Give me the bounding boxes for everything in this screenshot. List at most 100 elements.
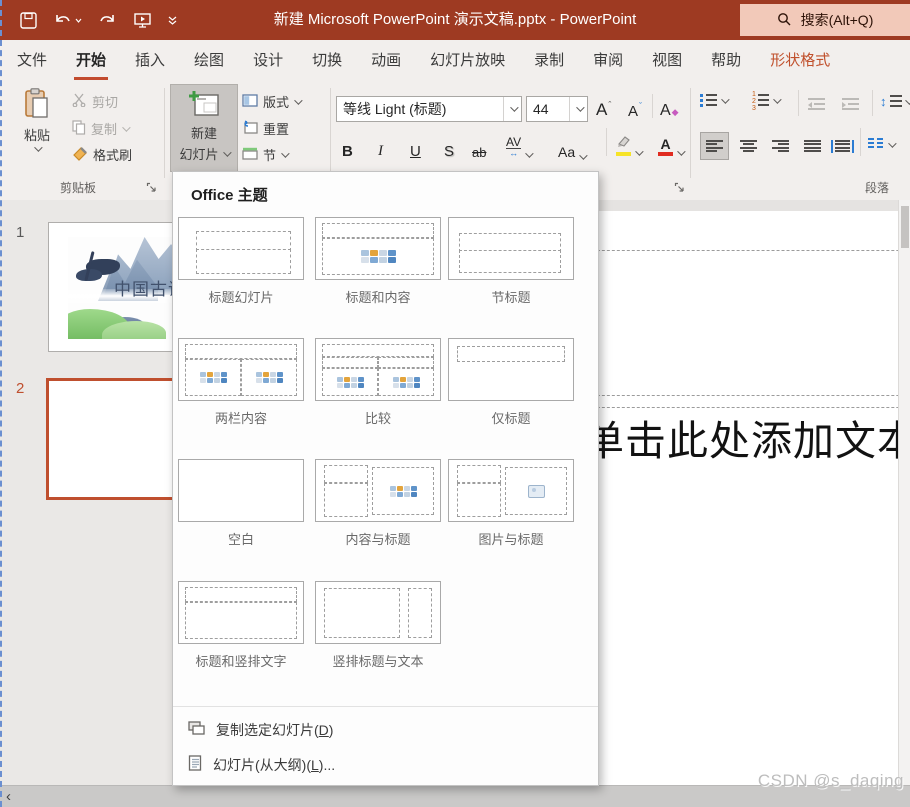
tab-home[interactable]: 开始 [64, 40, 118, 82]
distributed-button[interactable] [828, 132, 857, 160]
shrink-font-button[interactable]: Aˇ [628, 94, 642, 120]
customize-qat-icon[interactable] [168, 16, 177, 25]
tab-file[interactable]: 文件 [5, 40, 59, 82]
layout-content-with-caption[interactable]: 内容与标题 [315, 459, 441, 548]
search-box[interactable]: 搜索(Alt+Q) [740, 4, 910, 36]
line-spacing-button[interactable]: ↕ [880, 94, 910, 109]
tab-shape-format[interactable]: 形状格式 [758, 40, 842, 82]
font-color-dropdown-icon [677, 147, 685, 155]
search-label: 搜索(Alt+Q) [801, 10, 874, 30]
text-shadow-button[interactable]: S [444, 134, 454, 160]
align-center-button[interactable] [734, 132, 763, 160]
redo-icon[interactable] [98, 12, 117, 29]
layout-picture-with-caption[interactable]: 图片与标题 [448, 459, 574, 548]
format-painter-button[interactable]: 格式刷 [72, 145, 132, 164]
format-painter-icon [72, 146, 88, 164]
layout-title-slide[interactable]: 标题幻灯片 [178, 217, 304, 306]
paste-button[interactable]: 粘贴 [14, 88, 60, 152]
paste-icon [24, 88, 50, 123]
start-slideshow-icon[interactable] [133, 12, 152, 29]
justify-icon [804, 140, 821, 153]
font-name-combo[interactable]: 等线 Light (标题) [336, 96, 522, 122]
undo-button[interactable] [53, 12, 82, 29]
clipboard-dialog-launcher-icon[interactable] [146, 181, 157, 196]
font-name-dropdown-icon[interactable] [503, 97, 521, 121]
layout-section-header[interactable]: 节标题 [448, 217, 574, 306]
save-icon[interactable] [20, 12, 37, 29]
align-left-button[interactable] [700, 132, 729, 160]
align-center-icon [740, 140, 757, 153]
slide-1-thumbnail[interactable]: 中国古诗 [48, 222, 178, 352]
tab-record[interactable]: 录制 [522, 40, 576, 82]
layout-title-and-content[interactable]: 标题和内容 [315, 217, 441, 306]
copy-icon [72, 120, 86, 138]
vertical-scrollbar[interactable] [898, 200, 910, 785]
justify-button[interactable] [798, 132, 827, 160]
layout-comparison[interactable]: 比较 [315, 338, 441, 427]
layout-label: 版式 [263, 92, 289, 111]
body-text-placeholder[interactable]: 单击此处添加文本 [583, 407, 910, 467]
slide-1-painting: 中国古诗 [68, 237, 176, 339]
change-case-button[interactable]: Aa [558, 134, 585, 160]
layout-button[interactable]: 版式 [242, 92, 300, 111]
align-right-icon [772, 140, 789, 153]
paste-dropdown-icon[interactable] [34, 143, 42, 151]
tab-review[interactable]: 审阅 [581, 40, 635, 82]
vertical-scrollbar-thumb[interactable] [901, 206, 909, 248]
columns-button[interactable] [868, 138, 894, 151]
highlight-color-button[interactable] [616, 130, 641, 156]
italic-button[interactable]: I [378, 134, 383, 160]
reset-button[interactable]: 重置 [242, 119, 289, 138]
decrease-indent-icon [808, 98, 825, 111]
powerpoint-window: 新建 Microsoft PowerPoint 演示文稿.pptx - Powe… [0, 0, 910, 807]
layout-vertical-title-text[interactable]: 竖排标题与文本 [315, 581, 441, 670]
strikethrough-button[interactable]: ab [472, 134, 486, 160]
layout-title-vertical-text[interactable]: 标题和竖排文字 [178, 581, 304, 670]
align-right-button[interactable] [766, 132, 795, 160]
font-color-button[interactable]: A [658, 130, 683, 156]
clear-formatting-button[interactable]: A◆ [660, 94, 679, 120]
layout-two-content[interactable]: 两栏内容 [178, 338, 304, 427]
undo-dropdown-icon [75, 18, 82, 23]
font-size-combo[interactable]: 44 [526, 96, 588, 122]
line-spacing-icon: ↕ [880, 94, 887, 109]
tab-slideshow[interactable]: 幻灯片放映 [418, 40, 517, 82]
section-button[interactable]: 节 [242, 145, 287, 164]
tab-draw[interactable]: 绘图 [182, 40, 236, 82]
section-icon [242, 147, 258, 163]
underline-button[interactable]: U [410, 134, 421, 160]
bullets-dropdown-icon [721, 95, 729, 103]
numbering-button[interactable]: 123 [752, 94, 779, 107]
bullets-button[interactable] [700, 94, 727, 107]
tab-animations[interactable]: 动画 [359, 40, 413, 82]
font-size-value: 44 [527, 101, 569, 117]
tab-transitions[interactable]: 切换 [300, 40, 354, 82]
align-left-icon [706, 140, 723, 153]
highlight-dropdown-icon [635, 147, 643, 155]
tab-help[interactable]: 帮助 [699, 40, 753, 82]
quick-access-toolbar [20, 0, 177, 40]
change-case-dropdown-icon [579, 151, 587, 159]
slides-from-outline-item[interactable]: 幻灯片(从大纲)(L)... [173, 748, 598, 781]
font-dialog-launcher-icon[interactable] [674, 181, 685, 196]
character-spacing-button[interactable]: AV↔ [506, 132, 531, 158]
tab-view[interactable]: 视图 [640, 40, 694, 82]
picture-icon [528, 485, 545, 498]
copy-label: 复制 [91, 119, 117, 138]
tab-design[interactable]: 设计 [241, 40, 295, 82]
layout-blank[interactable]: 空白 [178, 459, 304, 548]
tab-insert[interactable]: 插入 [123, 40, 177, 82]
paragraph-group-label: 段落 [852, 179, 902, 196]
duplicate-selected-slides-item[interactable]: 复制选定幻灯片(D) [173, 713, 598, 746]
columns-icon [868, 138, 884, 151]
search-icon [777, 12, 791, 29]
font-size-dropdown-icon[interactable] [569, 97, 587, 121]
duplicate-slides-icon [188, 721, 205, 739]
slide-2-thumbnail[interactable] [46, 378, 178, 500]
bold-button[interactable]: B [342, 134, 353, 160]
scroll-left-icon[interactable]: ‹ [6, 788, 11, 805]
slide-2-number: 2 [16, 380, 24, 397]
new-slide-button[interactable]: 新建 幻灯片 [170, 84, 238, 172]
grow-font-button[interactable]: Aˆ [596, 94, 611, 120]
layout-title-only[interactable]: 仅标题 [448, 338, 574, 427]
